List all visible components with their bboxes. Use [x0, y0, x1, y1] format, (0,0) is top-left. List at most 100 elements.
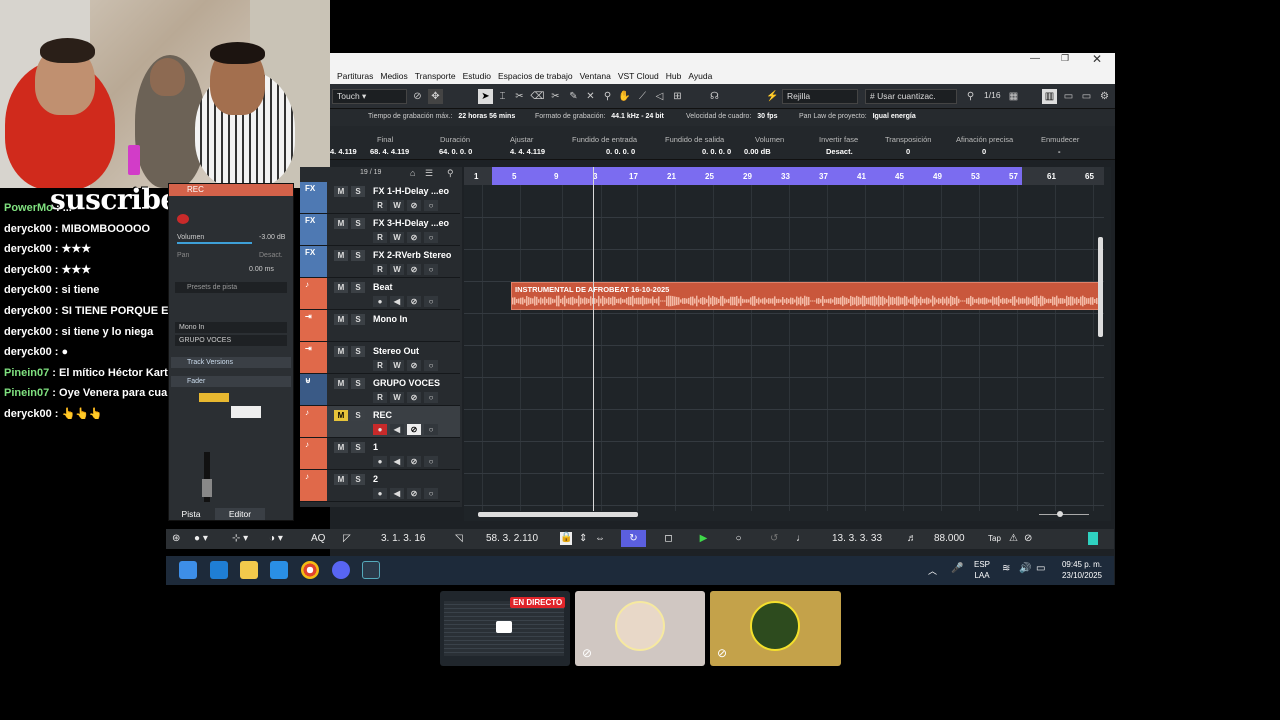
track-color-strip[interactable]: ⊎: [300, 374, 327, 405]
track-row[interactable]: ♪ M S 1 ● ◀ ⊘ ○: [300, 438, 460, 470]
track-presets-select[interactable]: Presets de pista: [175, 282, 287, 293]
read-button[interactable]: R: [373, 392, 387, 403]
value-fade-in[interactable]: 0. 0. 0. 0: [606, 147, 635, 156]
restore-icon[interactable]: ❐: [1061, 53, 1069, 64]
mute-button[interactable]: M: [334, 282, 348, 293]
read-button[interactable]: ●: [373, 424, 387, 435]
tool-mode-icon[interactable]: ✥: [428, 89, 443, 104]
track-row[interactable]: ⇥ M S Mono In: [300, 310, 460, 342]
value-length[interactable]: 64. 0. 0. 0: [439, 147, 472, 156]
mute-button[interactable]: M: [334, 218, 348, 229]
monitor-button[interactable]: ⊘: [407, 264, 421, 275]
value-start[interactable]: 4. 4.119: [330, 147, 357, 156]
mute-button[interactable]: M: [334, 314, 348, 325]
read-button[interactable]: R: [373, 360, 387, 371]
lane-button[interactable]: ○: [424, 488, 438, 499]
track-color-strip[interactable]: FX: [300, 182, 327, 213]
play-tool-icon[interactable]: ◁: [652, 89, 667, 104]
metronome-icon[interactable]: ⚠: [1009, 533, 1018, 544]
volume-fader-handle[interactable]: [202, 479, 212, 497]
track-row[interactable]: ♪ M S Beat ● ◀ ⊘ ○: [300, 278, 460, 310]
mic-icon[interactable]: 🎤: [951, 563, 963, 574]
write-button[interactable]: ◀: [390, 488, 404, 499]
tempo-value[interactable]: 88.000: [934, 533, 965, 544]
language-indicator[interactable]: ESP LAA: [974, 559, 990, 581]
vertical-scrollbar[interactable]: [1098, 237, 1103, 337]
click-toggle-icon[interactable]: ⊘: [1024, 533, 1032, 544]
windows-start-icon[interactable]: [179, 561, 197, 579]
record-mode-icon[interactable]: ● ▾: [194, 533, 208, 544]
solo-button[interactable]: S: [351, 378, 365, 389]
stop-button[interactable]: ◻: [656, 530, 681, 547]
track-color-strip[interactable]: ♪: [300, 278, 327, 309]
read-button[interactable]: ●: [373, 456, 387, 467]
erase-tool-icon[interactable]: ⌫: [530, 89, 545, 104]
nudge-range-icon[interactable]: ⇔: [595, 533, 605, 544]
fader-section[interactable]: Fader: [171, 376, 291, 387]
settings-icon[interactable]: ⚙: [1097, 89, 1112, 104]
track-row[interactable]: FX M S FX 3-H-Delay ...eo R W ⊘ ○: [300, 214, 460, 246]
monitor-button[interactable]: ⊘: [407, 296, 421, 307]
lane-button[interactable]: ○: [424, 392, 438, 403]
track-name[interactable]: Mono In: [373, 314, 408, 324]
lane-button[interactable]: ○: [424, 424, 438, 435]
input-routing-select[interactable]: Mono In: [175, 322, 287, 333]
file-explorer-icon[interactable]: [240, 561, 258, 579]
track-row[interactable]: FX M S FX 1-H-Delay ...eo R W ⊘ ○: [300, 182, 460, 214]
mute-button[interactable]: M: [334, 346, 348, 357]
write-button[interactable]: W: [390, 360, 404, 371]
track-versions-section[interactable]: Track Versions: [171, 357, 291, 368]
guest-thumbnail-2[interactable]: ⊘: [710, 591, 841, 666]
mute-button[interactable]: M: [334, 250, 348, 261]
zoom-slider-handle[interactable]: [1057, 511, 1063, 517]
solo-button[interactable]: S: [351, 314, 365, 325]
volume-slider[interactable]: [177, 242, 252, 244]
layout-left-icon[interactable]: ▥: [1042, 89, 1057, 104]
track-name[interactable]: 1: [373, 442, 378, 452]
vscode-icon[interactable]: [210, 561, 228, 579]
grid-type-select[interactable]: Rejilla: [782, 89, 858, 104]
value-transpose[interactable]: 0: [906, 147, 910, 156]
line-tool-icon[interactable]: ⟋: [635, 89, 650, 104]
play-button[interactable]: ▶: [691, 530, 716, 547]
menu-item-3[interactable]: Estudio: [463, 68, 491, 84]
track-color-strip[interactable]: FX: [300, 246, 327, 277]
track-row[interactable]: ⊎ M S GRUPO VOCES R W ⊘ ○: [300, 374, 460, 406]
mute-tool-icon[interactable]: ✕: [583, 89, 598, 104]
layout-right-icon[interactable]: ▭: [1079, 89, 1094, 104]
read-button[interactable]: R: [373, 200, 387, 211]
monitor-button[interactable]: ⊘: [407, 424, 421, 435]
menu-item-6[interactable]: VST Cloud: [618, 68, 659, 84]
track-name[interactable]: Beat: [373, 282, 393, 292]
chrome-icon[interactable]: [301, 561, 319, 579]
menu-item-0[interactable]: Partituras: [337, 68, 373, 84]
track-search-icon[interactable]: ⚲: [447, 168, 454, 179]
monitor-button[interactable]: ⊘: [407, 392, 421, 403]
cut-tool-icon[interactable]: ✂: [548, 89, 563, 104]
store-icon[interactable]: [270, 561, 288, 579]
record-button[interactable]: ○: [726, 530, 751, 547]
pointer-tool-icon[interactable]: ➤: [478, 89, 493, 104]
value-snap[interactable]: 4. 4. 4.119: [510, 147, 545, 156]
lane-button[interactable]: ○: [424, 200, 438, 211]
mute-button[interactable]: M: [334, 474, 348, 485]
transport-settings-icon[interactable]: ⊛: [172, 533, 180, 544]
quantize-mode-select[interactable]: # Usar cuantizac.: [865, 89, 957, 104]
fader-edit-icon[interactable]: [231, 406, 261, 418]
loop-icon[interactable]: ↺: [770, 533, 778, 544]
lock-icon[interactable]: 🔒: [560, 532, 572, 545]
mute-button[interactable]: M: [334, 410, 348, 421]
snap-grid-icon[interactable]: ⚡: [765, 89, 780, 104]
audio-event-beat[interactable]: INSTRUMENTAL DE AFROBEAT 16-10-2025: [511, 282, 1101, 310]
value-fade-out[interactable]: 0. 0. 0. 0: [702, 147, 731, 156]
hand-tool-icon[interactable]: ✋: [617, 89, 632, 104]
monitor-button[interactable]: ⊘: [407, 456, 421, 467]
track-color-strip[interactable]: ♪: [300, 470, 327, 501]
write-button[interactable]: W: [390, 392, 404, 403]
solo-button[interactable]: S: [351, 346, 365, 357]
monitor-button[interactable]: ⊘: [407, 200, 421, 211]
snap-icon[interactable]: ☊: [707, 89, 722, 104]
note-icon[interactable]: ♩: [796, 533, 806, 544]
monitor-button[interactable]: ⊘: [407, 232, 421, 243]
track-color-strip[interactable]: ⇥: [300, 342, 327, 373]
